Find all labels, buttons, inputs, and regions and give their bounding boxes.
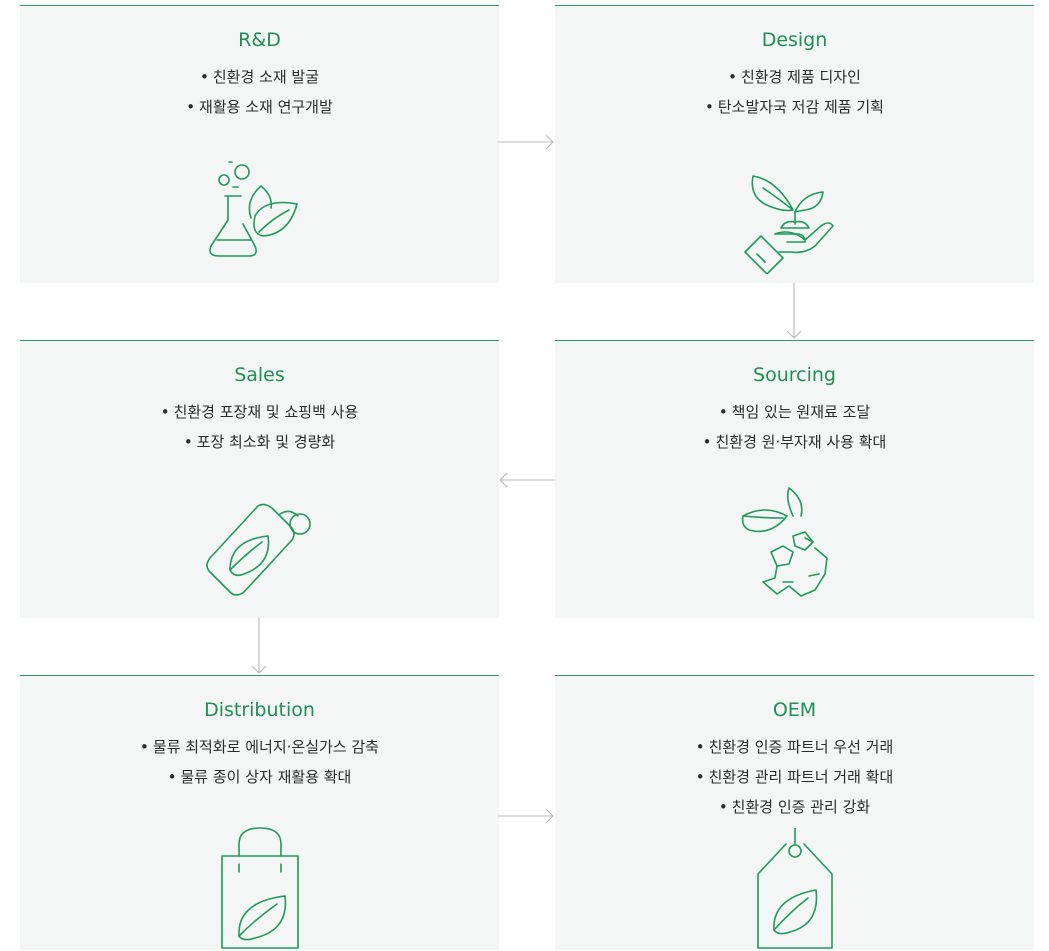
step-title: Distribution: [204, 699, 315, 721]
step-card-design: Design 친환경 제품 디자인 탄소발자국 저감 제품 기획: [555, 5, 1034, 283]
step-title: R&D: [238, 29, 281, 51]
step-title: Design: [761, 29, 828, 51]
list-item: 친환경 제품 디자인: [555, 62, 1034, 92]
list-item: 친환경 관리 파트너 거래 확대: [555, 762, 1034, 792]
arrow-right-1: [498, 134, 554, 150]
list-item: 물류 종이 상자 재활용 확대: [20, 762, 499, 792]
arrow-right-2: [498, 808, 554, 824]
arrow-left-1: [499, 472, 555, 488]
tag-leaf-icon: [205, 503, 311, 596]
step-list: 친환경 소재 발굴 재활용 소재 연구개발: [20, 62, 499, 122]
step-card-rnd: R&D 친환경 소재 발굴 재활용 소재 연구개발: [20, 5, 499, 283]
list-item: 탄소발자국 저감 제품 기획: [555, 92, 1034, 122]
step-list: 물류 최적화로 에너지·온실가스 감축 물류 종이 상자 재활용 확대: [20, 732, 499, 792]
list-item: 물류 최적화로 에너지·온실가스 감축: [20, 732, 499, 762]
step-card-sourcing: Sourcing 책임 있는 원재료 조달 친환경 원·부자재 사용 확대: [555, 340, 1034, 618]
arrow-down-2: [251, 618, 267, 674]
list-item: 친환경 소재 발굴: [20, 62, 499, 92]
list-item: 친환경 인증 파트너 우선 거래: [555, 732, 1034, 762]
step-title: Sourcing: [753, 364, 836, 386]
flask-leaf-icon: [208, 161, 298, 257]
list-item: 친환경 포장재 및 쇼핑백 사용: [20, 397, 499, 427]
step-list: 책임 있는 원재료 조달 친환경 원·부자재 사용 확대: [555, 397, 1034, 457]
hand-sprout-icon: [743, 175, 834, 274]
step-title: OEM: [772, 699, 817, 721]
step-title: Sales: [234, 364, 285, 386]
list-item: 친환경 원·부자재 사용 확대: [555, 427, 1034, 457]
list-item: 포장 최소화 및 경량화: [20, 427, 499, 457]
arrow-down-1: [786, 283, 802, 339]
list-item: 책임 있는 원재료 조달: [555, 397, 1034, 427]
list-item: 재활용 소재 연구개발: [20, 92, 499, 122]
step-list: 친환경 인증 파트너 우선 거래 친환경 관리 파트너 거래 확대 친환경 인증…: [555, 732, 1034, 822]
step-card-distribution: Distribution 물류 최적화로 에너지·온실가스 감축 물류 종이 상…: [20, 675, 499, 950]
step-list: 친환경 제품 디자인 탄소발자국 저감 제품 기획: [555, 62, 1034, 122]
step-card-oem: OEM 친환경 인증 파트너 우선 거래 친환경 관리 파트너 거래 확대 친환…: [555, 675, 1034, 950]
shopping-bag-leaf-icon: [220, 827, 299, 949]
recycle-leaf-icon: [741, 487, 828, 597]
step-list: 친환경 포장재 및 쇼핑백 사용 포장 최소화 및 경량화: [20, 397, 499, 457]
list-item: 친환경 인증 관리 강화: [555, 792, 1034, 822]
step-card-sales: Sales 친환경 포장재 및 쇼핑백 사용 포장 최소화 및 경량화: [20, 340, 499, 618]
label-leaf-icon: [756, 828, 833, 949]
